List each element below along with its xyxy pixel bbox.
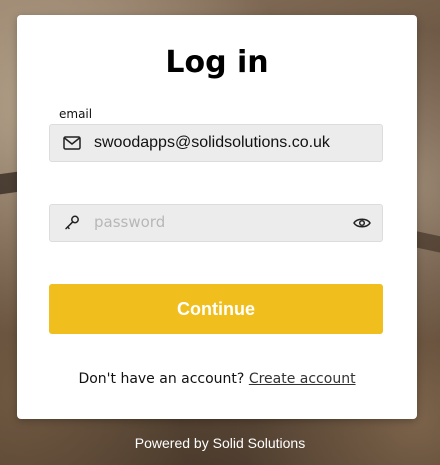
page-title: Log in (165, 45, 269, 80)
login-card: Log in email Continue Don't (17, 15, 417, 419)
email-field[interactable] (94, 125, 382, 161)
key-icon (50, 205, 94, 241)
password-field-container (49, 204, 383, 242)
signup-prompt: Don't have an account? Create account (17, 371, 417, 387)
eye-icon[interactable] (342, 205, 382, 241)
continue-button[interactable]: Continue (49, 284, 383, 334)
mail-icon (50, 125, 94, 161)
signup-prompt-text: Don't have an account? (78, 371, 245, 387)
email-label: email (59, 107, 93, 121)
create-account-link[interactable]: Create account (249, 371, 356, 387)
email-field-container (49, 124, 383, 162)
password-field[interactable] (94, 205, 342, 241)
powered-by-footer: Powered by Solid Solutions (134, 435, 306, 451)
